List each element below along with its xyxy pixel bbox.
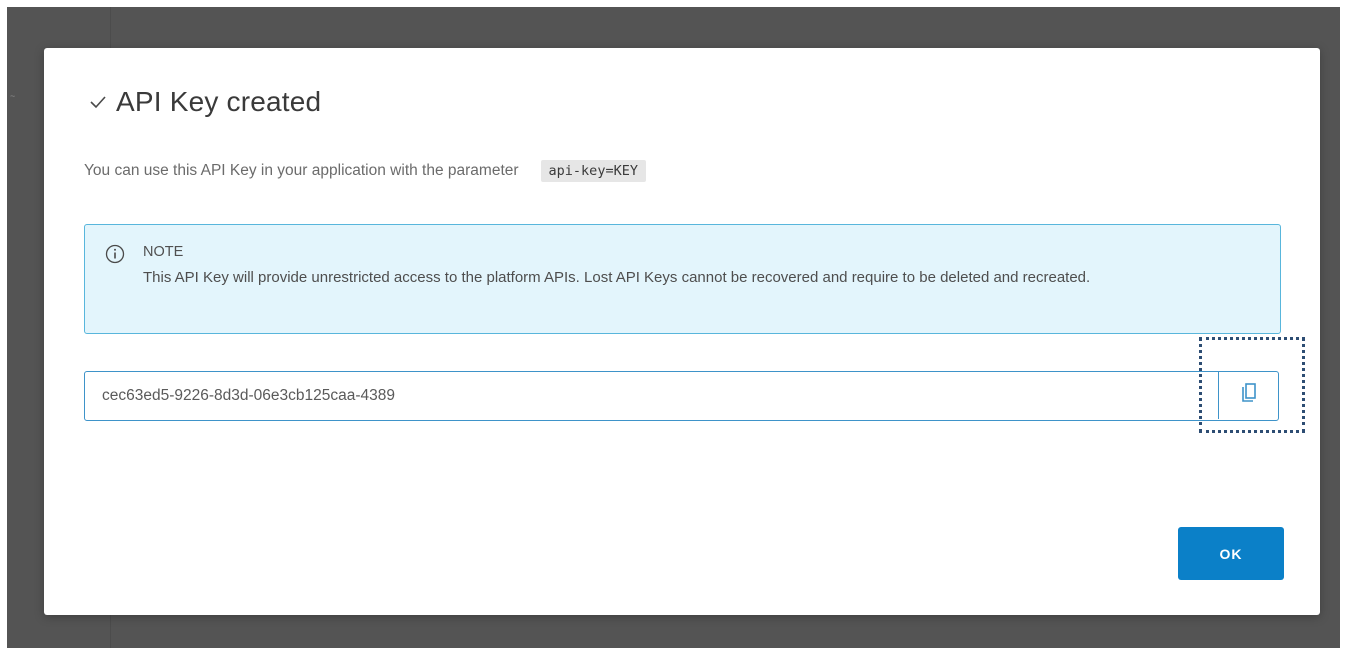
api-key-input[interactable] <box>85 372 1219 419</box>
parameter-code: api-key=KEY <box>540 160 646 182</box>
copy-button[interactable] <box>1218 372 1278 419</box>
description-text: You can use this API Key in your applica… <box>84 162 519 179</box>
background-fragment: ~ <box>10 91 16 101</box>
api-key-field <box>84 371 1279 421</box>
ok-button[interactable]: OK <box>1178 527 1284 580</box>
dialog-description: You can use this API Key in your applica… <box>84 160 646 182</box>
api-key-dialog: API Key created You can use this API Key… <box>44 48 1320 615</box>
info-icon <box>105 244 125 264</box>
note-text: This API Key will provide unrestricted a… <box>143 269 1091 286</box>
note-box: NOTE This API Key will provide unrestric… <box>84 224 1281 334</box>
check-icon <box>88 92 108 112</box>
copy-icon <box>1240 382 1258 409</box>
dialog-title: API Key created <box>116 86 322 117</box>
dialog-header: API Key created <box>88 82 321 122</box>
note-heading: NOTE <box>143 244 184 260</box>
